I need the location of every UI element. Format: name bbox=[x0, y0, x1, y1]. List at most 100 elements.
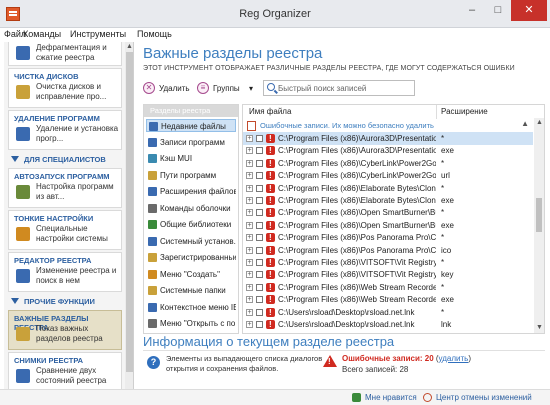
row-checkbox[interactable] bbox=[256, 283, 263, 291]
row-checkbox[interactable] bbox=[256, 159, 263, 167]
row-checkbox[interactable] bbox=[256, 321, 263, 328]
expand-icon[interactable]: + bbox=[246, 296, 253, 304]
row-extension: lnk bbox=[441, 320, 452, 329]
expand-icon[interactable]: + bbox=[246, 135, 253, 142]
category-item[interactable]: Системные папки bbox=[146, 284, 236, 297]
category-item[interactable]: Пути программ bbox=[146, 169, 236, 182]
expand-icon[interactable]: + bbox=[246, 197, 253, 204]
row-checkbox[interactable] bbox=[256, 259, 263, 266]
sidebar-item-snapshots[interactable]: СНИМКИ РЕЕСТРА Сравнение двух состояний … bbox=[8, 352, 122, 389]
row-checkbox[interactable] bbox=[256, 234, 263, 242]
category-item[interactable]: Кэш MUI bbox=[146, 152, 236, 165]
column-header-extension[interactable]: Расширение bbox=[441, 107, 488, 116]
row-checkbox[interactable] bbox=[256, 147, 263, 155]
expand-icon[interactable]: + bbox=[246, 234, 253, 242]
table-row[interactable]: + C:\Program Files (x86)\Aurora3D\Present… bbox=[243, 144, 533, 157]
expand-icon[interactable]: + bbox=[246, 246, 253, 254]
search-box[interactable] bbox=[263, 80, 415, 96]
row-checkbox[interactable] bbox=[256, 172, 263, 180]
category-item[interactable]: Расширения файлов bbox=[146, 185, 236, 198]
sidebar-item-autorun[interactable]: АВТОЗАПУСК ПРОГРАММ Настройка программ и… bbox=[8, 168, 122, 208]
expand-icon[interactable]: + bbox=[246, 147, 253, 155]
category-item[interactable]: Записи программ bbox=[146, 136, 236, 149]
category-item[interactable]: Недавние файлы bbox=[146, 119, 236, 132]
table-scrollbar[interactable]: ▲ ▼ bbox=[534, 118, 544, 333]
column-header-filename[interactable]: Имя файла bbox=[249, 107, 291, 116]
scroll-down-icon[interactable]: ▼ bbox=[536, 324, 543, 331]
scroll-up-icon[interactable]: ▲ bbox=[536, 119, 543, 126]
menu-help[interactable]: Помощь bbox=[137, 29, 172, 39]
groups-button[interactable]: ≡ Группы ▾ bbox=[197, 80, 259, 97]
category-label: Кэш MUI bbox=[160, 154, 193, 163]
row-path: C:\Program Files (x86)\VITSOFT\Vit Regis… bbox=[278, 270, 436, 280]
table-row[interactable]: + C:\Program Files (x86)\Open SmartBurner… bbox=[243, 206, 533, 219]
minimize-button[interactable]: – bbox=[459, 0, 485, 21]
sidebar-item-uninstall[interactable]: УДАЛЕНИЕ ПРОГРАММ Удаление и установка п… bbox=[8, 110, 122, 150]
table-row[interactable]: + C:\Program Files (x86)\Pos Panorama Pro… bbox=[243, 244, 533, 257]
search-input[interactable] bbox=[278, 82, 412, 94]
scrollbar-thumb[interactable] bbox=[126, 52, 133, 372]
menu-commands[interactable]: Команды bbox=[23, 29, 61, 39]
row-checkbox[interactable] bbox=[256, 271, 263, 279]
table-row[interactable]: + C:\Program Files (x86)\Web Stream Recor… bbox=[243, 293, 533, 306]
expand-icon[interactable]: + bbox=[246, 184, 253, 192]
category-item[interactable]: Меню "Открыть с по... bbox=[146, 317, 236, 330]
table-row[interactable]: + C:\Program Files (x86)\VITSOFT\Vit Regi… bbox=[243, 268, 533, 281]
row-checkbox[interactable] bbox=[256, 135, 263, 142]
category-item[interactable]: Контекстное меню IE bbox=[146, 301, 236, 314]
category-item[interactable]: Общие библиотеки bbox=[146, 218, 236, 231]
section-other-functions[interactable]: ПРОЧИЕ ФУНКЦИИ bbox=[8, 295, 122, 308]
category-item[interactable]: Команды оболочки bbox=[146, 202, 236, 215]
row-checkbox[interactable] bbox=[256, 184, 263, 192]
expand-icon[interactable]: + bbox=[246, 209, 253, 217]
category-item[interactable]: Меню "Создать" bbox=[146, 268, 236, 281]
row-checkbox[interactable] bbox=[256, 221, 263, 229]
row-checkbox[interactable] bbox=[256, 209, 263, 217]
row-checkbox[interactable] bbox=[256, 197, 263, 204]
collapse-icon[interactable]: ▲ bbox=[521, 119, 529, 128]
menu-tools[interactable]: Инструменты bbox=[70, 29, 126, 39]
expand-icon[interactable]: + bbox=[246, 321, 253, 328]
category-item[interactable]: Зарегистрированные... bbox=[146, 251, 236, 264]
row-checkbox[interactable] bbox=[256, 296, 263, 304]
group-header-errors[interactable]: Ошибочные записи. Их можно безопасно уда… bbox=[245, 119, 531, 132]
sidebar-item-important-keys[interactable]: ВАЖНЫЕ РАЗДЕЛЫ РЕЕСТРА Показ важных разд… bbox=[8, 310, 122, 350]
expand-icon[interactable]: + bbox=[246, 259, 253, 266]
close-button[interactable]: ✕ bbox=[511, 0, 547, 21]
scroll-up-icon[interactable]: ▲ bbox=[126, 43, 133, 50]
row-checkbox[interactable] bbox=[256, 308, 263, 316]
delete-errors-link[interactable]: удалить bbox=[439, 354, 469, 363]
delete-button[interactable]: ✕ Удалить bbox=[143, 80, 193, 97]
like-button[interactable]: Мне нравится bbox=[365, 393, 417, 402]
expand-icon[interactable]: + bbox=[246, 308, 253, 316]
category-item[interactable]: Системный установ... bbox=[146, 235, 236, 248]
table-row[interactable]: + C:\Program Files (x86)\Open SmartBurner… bbox=[243, 219, 533, 232]
table-row[interactable]: + C:\Users\rsload\Desktop\rsload.net.lnk * bbox=[243, 306, 533, 319]
table-row[interactable]: + C:\Users\rsload\Desktop\rsload.net.lnk l… bbox=[243, 318, 533, 331]
undo-center-button[interactable]: Центр отмены изменений bbox=[436, 393, 532, 402]
category-icon bbox=[148, 154, 157, 163]
table-row[interactable]: + C:\Program Files (x86)\CyberLink\Power2… bbox=[243, 157, 533, 170]
row-checkbox[interactable] bbox=[256, 246, 263, 254]
table-row[interactable]: + C:\Program Files (x86)\CyberLink\Power2… bbox=[243, 169, 533, 182]
table-row[interactable]: + C:\Program Files (x86)\Pos Panorama Pro… bbox=[243, 231, 533, 244]
row-extension: * bbox=[441, 134, 445, 143]
sidebar-scrollbar[interactable]: ▲ bbox=[125, 42, 133, 389]
maximize-button[interactable]: □ bbox=[485, 0, 511, 21]
section-specialists[interactable]: ДЛЯ СПЕЦИАЛИСТОВ bbox=[8, 153, 122, 166]
table-row[interactable]: + C:\Program Files (x86)\Aurora3D\Present… bbox=[243, 132, 533, 145]
table-row[interactable]: + C:\Program Files (x86)\Elaborate Bytes\… bbox=[243, 194, 533, 207]
expand-icon[interactable]: + bbox=[246, 172, 253, 180]
table-row[interactable]: + C:\Program Files (x86)\VITSOFT\Vit Regi… bbox=[243, 256, 533, 269]
sidebar-item-registry-editor[interactable]: РЕДАКТОР РЕЕСТРА Изменение реестра и пои… bbox=[8, 252, 122, 292]
sidebar-item-defrag[interactable]: Дефрагментация и сжатие реестра bbox=[8, 42, 122, 66]
sidebar-item-disk-cleanup[interactable]: ЧИСТКА ДИСКОВ Очистка дисков и исправлен… bbox=[8, 68, 122, 108]
table-row[interactable]: + C:\Program Files (x86)\Elaborate Bytes\… bbox=[243, 182, 533, 195]
sidebar-item-tweaks[interactable]: ТОНКИЕ НАСТРОЙКИ Специальные настройки с… bbox=[8, 210, 122, 250]
expand-icon[interactable]: + bbox=[246, 221, 253, 229]
table-row[interactable]: + C:\Program Files (x86)\Web Stream Recor… bbox=[243, 281, 533, 294]
expand-icon[interactable]: + bbox=[246, 283, 253, 291]
expand-icon[interactable]: + bbox=[246, 159, 253, 167]
scrollbar-thumb[interactable] bbox=[536, 198, 542, 232]
expand-icon[interactable]: + bbox=[246, 271, 253, 279]
